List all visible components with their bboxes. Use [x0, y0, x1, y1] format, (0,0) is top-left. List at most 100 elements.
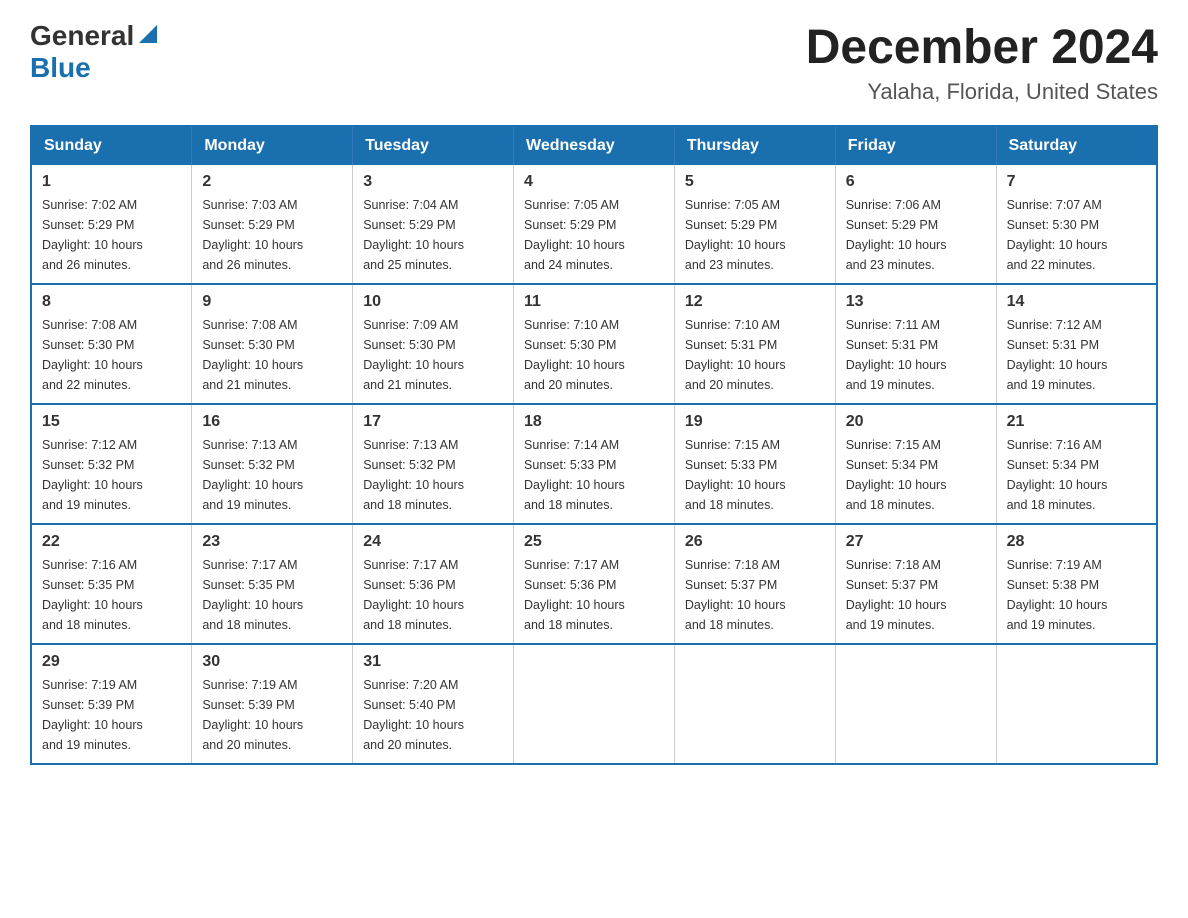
day-number: 9 [202, 293, 342, 311]
day-number: 31 [363, 653, 503, 671]
calendar-cell [514, 644, 675, 764]
day-number: 1 [42, 173, 181, 191]
day-info: Sunrise: 7:08 AMSunset: 5:30 PMDaylight:… [42, 318, 143, 392]
calendar-header-row: Sunday Monday Tuesday Wednesday Thursday… [31, 126, 1157, 165]
day-info: Sunrise: 7:09 AMSunset: 5:30 PMDaylight:… [363, 318, 464, 392]
calendar-cell: 3 Sunrise: 7:04 AMSunset: 5:29 PMDayligh… [353, 165, 514, 284]
day-number: 25 [524, 533, 664, 551]
calendar-cell: 31 Sunrise: 7:20 AMSunset: 5:40 PMDaylig… [353, 644, 514, 764]
calendar-cell [996, 644, 1157, 764]
day-info: Sunrise: 7:16 AMSunset: 5:35 PMDaylight:… [42, 558, 143, 632]
calendar-cell: 24 Sunrise: 7:17 AMSunset: 5:36 PMDaylig… [353, 524, 514, 644]
logo-general-text: General [30, 20, 134, 52]
day-info: Sunrise: 7:19 AMSunset: 5:39 PMDaylight:… [42, 678, 143, 752]
day-number: 2 [202, 173, 342, 191]
day-number: 30 [202, 653, 342, 671]
day-number: 15 [42, 413, 181, 431]
day-number: 23 [202, 533, 342, 551]
day-info: Sunrise: 7:13 AMSunset: 5:32 PMDaylight:… [363, 438, 464, 512]
day-info: Sunrise: 7:04 AMSunset: 5:29 PMDaylight:… [363, 198, 464, 272]
calendar-cell: 14 Sunrise: 7:12 AMSunset: 5:31 PMDaylig… [996, 284, 1157, 404]
week-row-2: 8 Sunrise: 7:08 AMSunset: 5:30 PMDayligh… [31, 284, 1157, 404]
calendar-cell: 17 Sunrise: 7:13 AMSunset: 5:32 PMDaylig… [353, 404, 514, 524]
calendar-cell: 27 Sunrise: 7:18 AMSunset: 5:37 PMDaylig… [835, 524, 996, 644]
day-info: Sunrise: 7:12 AMSunset: 5:31 PMDaylight:… [1007, 318, 1108, 392]
week-row-1: 1 Sunrise: 7:02 AMSunset: 5:29 PMDayligh… [31, 165, 1157, 284]
day-number: 13 [846, 293, 986, 311]
calendar-cell: 18 Sunrise: 7:14 AMSunset: 5:33 PMDaylig… [514, 404, 675, 524]
day-info: Sunrise: 7:07 AMSunset: 5:30 PMDaylight:… [1007, 198, 1108, 272]
calendar-cell: 19 Sunrise: 7:15 AMSunset: 5:33 PMDaylig… [674, 404, 835, 524]
col-sunday: Sunday [31, 126, 192, 165]
day-number: 11 [524, 293, 664, 311]
week-row-5: 29 Sunrise: 7:19 AMSunset: 5:39 PMDaylig… [31, 644, 1157, 764]
calendar-cell [674, 644, 835, 764]
day-number: 18 [524, 413, 664, 431]
page-header: General Blue December 2024 Yalaha, Flori… [30, 20, 1158, 105]
day-info: Sunrise: 7:13 AMSunset: 5:32 PMDaylight:… [202, 438, 303, 512]
day-info: Sunrise: 7:17 AMSunset: 5:35 PMDaylight:… [202, 558, 303, 632]
day-info: Sunrise: 7:05 AMSunset: 5:29 PMDaylight:… [524, 198, 625, 272]
week-row-4: 22 Sunrise: 7:16 AMSunset: 5:35 PMDaylig… [31, 524, 1157, 644]
day-info: Sunrise: 7:15 AMSunset: 5:33 PMDaylight:… [685, 438, 786, 512]
calendar-cell: 28 Sunrise: 7:19 AMSunset: 5:38 PMDaylig… [996, 524, 1157, 644]
day-number: 6 [846, 173, 986, 191]
month-title: December 2024 [806, 20, 1158, 75]
calendar-cell: 7 Sunrise: 7:07 AMSunset: 5:30 PMDayligh… [996, 165, 1157, 284]
day-number: 21 [1007, 413, 1146, 431]
day-info: Sunrise: 7:18 AMSunset: 5:37 PMDaylight:… [685, 558, 786, 632]
calendar-cell: 10 Sunrise: 7:09 AMSunset: 5:30 PMDaylig… [353, 284, 514, 404]
calendar-cell: 4 Sunrise: 7:05 AMSunset: 5:29 PMDayligh… [514, 165, 675, 284]
day-number: 22 [42, 533, 181, 551]
logo-blue-text: Blue [30, 52, 91, 84]
day-info: Sunrise: 7:17 AMSunset: 5:36 PMDaylight:… [363, 558, 464, 632]
logo-triangle-icon [137, 23, 159, 45]
day-number: 20 [846, 413, 986, 431]
calendar-cell: 2 Sunrise: 7:03 AMSunset: 5:29 PMDayligh… [192, 165, 353, 284]
day-number: 24 [363, 533, 503, 551]
day-info: Sunrise: 7:10 AMSunset: 5:30 PMDaylight:… [524, 318, 625, 392]
day-number: 8 [42, 293, 181, 311]
calendar-cell: 23 Sunrise: 7:17 AMSunset: 5:35 PMDaylig… [192, 524, 353, 644]
location-subtitle: Yalaha, Florida, United States [806, 79, 1158, 105]
calendar-cell: 15 Sunrise: 7:12 AMSunset: 5:32 PMDaylig… [31, 404, 192, 524]
day-info: Sunrise: 7:05 AMSunset: 5:29 PMDaylight:… [685, 198, 786, 272]
calendar-cell: 11 Sunrise: 7:10 AMSunset: 5:30 PMDaylig… [514, 284, 675, 404]
day-number: 12 [685, 293, 825, 311]
col-tuesday: Tuesday [353, 126, 514, 165]
calendar-cell: 30 Sunrise: 7:19 AMSunset: 5:39 PMDaylig… [192, 644, 353, 764]
day-info: Sunrise: 7:15 AMSunset: 5:34 PMDaylight:… [846, 438, 947, 512]
calendar-cell: 16 Sunrise: 7:13 AMSunset: 5:32 PMDaylig… [192, 404, 353, 524]
day-info: Sunrise: 7:14 AMSunset: 5:33 PMDaylight:… [524, 438, 625, 512]
day-number: 26 [685, 533, 825, 551]
calendar-cell: 21 Sunrise: 7:16 AMSunset: 5:34 PMDaylig… [996, 404, 1157, 524]
calendar-cell: 6 Sunrise: 7:06 AMSunset: 5:29 PMDayligh… [835, 165, 996, 284]
day-info: Sunrise: 7:11 AMSunset: 5:31 PMDaylight:… [846, 318, 947, 392]
day-number: 4 [524, 173, 664, 191]
calendar-cell: 12 Sunrise: 7:10 AMSunset: 5:31 PMDaylig… [674, 284, 835, 404]
day-info: Sunrise: 7:19 AMSunset: 5:38 PMDaylight:… [1007, 558, 1108, 632]
day-number: 14 [1007, 293, 1146, 311]
logo: General Blue [30, 20, 159, 84]
calendar-cell: 9 Sunrise: 7:08 AMSunset: 5:30 PMDayligh… [192, 284, 353, 404]
day-info: Sunrise: 7:19 AMSunset: 5:39 PMDaylight:… [202, 678, 303, 752]
calendar-table: Sunday Monday Tuesday Wednesday Thursday… [30, 125, 1158, 765]
col-friday: Friday [835, 126, 996, 165]
calendar-cell: 8 Sunrise: 7:08 AMSunset: 5:30 PMDayligh… [31, 284, 192, 404]
day-number: 16 [202, 413, 342, 431]
calendar-cell: 29 Sunrise: 7:19 AMSunset: 5:39 PMDaylig… [31, 644, 192, 764]
day-number: 17 [363, 413, 503, 431]
week-row-3: 15 Sunrise: 7:12 AMSunset: 5:32 PMDaylig… [31, 404, 1157, 524]
calendar-cell: 25 Sunrise: 7:17 AMSunset: 5:36 PMDaylig… [514, 524, 675, 644]
col-monday: Monday [192, 126, 353, 165]
col-thursday: Thursday [674, 126, 835, 165]
day-info: Sunrise: 7:18 AMSunset: 5:37 PMDaylight:… [846, 558, 947, 632]
calendar-cell: 1 Sunrise: 7:02 AMSunset: 5:29 PMDayligh… [31, 165, 192, 284]
calendar-cell: 22 Sunrise: 7:16 AMSunset: 5:35 PMDaylig… [31, 524, 192, 644]
day-number: 3 [363, 173, 503, 191]
day-number: 19 [685, 413, 825, 431]
calendar-cell: 26 Sunrise: 7:18 AMSunset: 5:37 PMDaylig… [674, 524, 835, 644]
calendar-cell: 5 Sunrise: 7:05 AMSunset: 5:29 PMDayligh… [674, 165, 835, 284]
day-info: Sunrise: 7:20 AMSunset: 5:40 PMDaylight:… [363, 678, 464, 752]
day-info: Sunrise: 7:03 AMSunset: 5:29 PMDaylight:… [202, 198, 303, 272]
